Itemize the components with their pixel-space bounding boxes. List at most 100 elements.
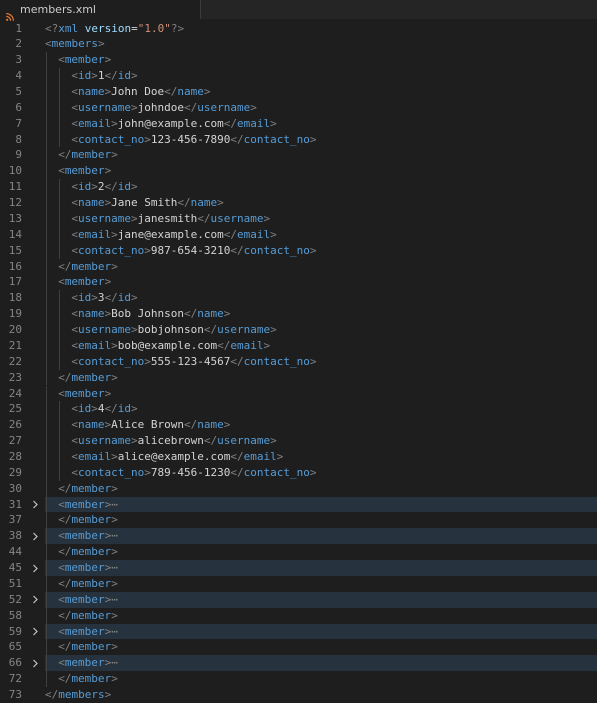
code-line[interactable]: 21 <email>bob@example.com</email>	[0, 337, 597, 354]
code-line[interactable]: 66 <member>⋯	[0, 655, 597, 672]
code-content: <member>⋯	[45, 496, 597, 513]
tag-name: member	[64, 592, 105, 606]
code-line[interactable]: 15 <contact_no>987-654-3210</contact_no>	[0, 242, 597, 259]
code-line[interactable]: 13 <username>janesmith</username>	[0, 210, 597, 227]
code-line[interactable]: 59 <member>⋯	[0, 623, 597, 640]
tag-bracket: >	[111, 148, 118, 162]
tag-name: member	[71, 513, 112, 527]
indent-guide	[45, 322, 47, 338]
code-line[interactable]: 27 <username>alicebrown</username>	[0, 433, 597, 449]
code-line[interactable]: 23 </member>	[0, 369, 597, 386]
indent-guide	[45, 131, 47, 148]
element-value: 789-456-1230	[150, 465, 231, 479]
indent-guide	[58, 337, 60, 354]
code-line[interactable]: 8 <contact_no>123-456-7890</contact_no>	[0, 131, 597, 148]
code-text: </member>	[58, 544, 118, 560]
code-line[interactable]: 45 <member>⋯	[0, 560, 597, 576]
code-line[interactable]: 51 </member>	[0, 575, 597, 592]
code-line[interactable]: 38 <member>⋯	[0, 528, 597, 545]
code-text: </member>	[58, 481, 118, 497]
code-line[interactable]: 31 <member>⋯	[0, 496, 597, 513]
tag-name: email	[236, 227, 271, 241]
code-line[interactable]: 12 <name>Jane Smith</name>	[0, 195, 597, 211]
line-number: 30	[8, 481, 22, 495]
tag-name: username	[217, 434, 271, 448]
code-line[interactable]: 24 <member>	[0, 385, 597, 402]
line-number: 66	[8, 656, 22, 670]
chevron-right-icon[interactable]	[30, 528, 40, 544]
tag-name: email	[78, 449, 112, 463]
code-text: <?xml version="1.0"?>	[45, 21, 184, 37]
line-number: 14	[8, 227, 22, 241]
tag-bracket: >	[111, 338, 118, 352]
code-content: <email>jane@example.com</email>	[45, 226, 597, 243]
code-editor[interactable]: 1 <?xml version="1.0"?> 2 <members> 3 <member…	[0, 19, 597, 702]
code-line[interactable]: 6 <username>johndoe</username>	[0, 99, 597, 116]
code-text: <username>bobjohnson</username>	[71, 322, 276, 338]
indent-guide	[45, 417, 47, 434]
tag-bracket: >	[111, 545, 118, 559]
tag-bracket: </	[58, 148, 72, 162]
code-line[interactable]: 18 <id>3</id>	[0, 290, 597, 307]
code-text: <email>bob@example.com</email>	[71, 338, 270, 354]
code-line[interactable]: 20 <username>bobjohnson</username>	[0, 322, 597, 338]
tag-bracket: <	[58, 386, 65, 400]
chevron-right-icon[interactable]	[30, 560, 40, 576]
code-line[interactable]: 2 <members>	[0, 36, 597, 52]
tab-divider	[200, 0, 201, 19]
code-content: <member>	[45, 385, 597, 402]
code-line[interactable]: 30 </member>	[0, 480, 597, 497]
code-line[interactable]: 37 </member>	[0, 512, 597, 529]
chevron-right-icon[interactable]	[30, 655, 40, 671]
indent-guide	[58, 417, 60, 434]
code-line[interactable]: 65 </member>	[0, 639, 597, 656]
code-line[interactable]: 26 <name>Alice Brown</name>	[0, 417, 597, 434]
code-text: <contact_no>555-123-4567</contact_no>	[71, 354, 316, 370]
code-line[interactable]: 28 <email>alice@example.com</email>	[0, 448, 597, 465]
code-text: <member>	[58, 163, 111, 179]
code-line[interactable]: 9 </member>	[0, 147, 597, 164]
code-text: <contact_no>123-456-7890</contact_no>	[71, 132, 316, 148]
code-line[interactable]: 3 <member>	[0, 52, 597, 69]
code-line[interactable]: 10 <member>	[0, 163, 597, 180]
tag-name: member	[71, 259, 112, 273]
tag-bracket: >	[270, 227, 277, 241]
tag-bracket: >	[91, 180, 98, 194]
code-line[interactable]: 44 </member>	[0, 544, 597, 561]
code-line[interactable]: 14 <email>jane@example.com</email>	[0, 226, 597, 243]
code-line[interactable]: 58 </member>	[0, 607, 597, 624]
code-line[interactable]: 52 <member>⋯	[0, 591, 597, 608]
code-line[interactable]: 25 <id>4</id>	[0, 401, 597, 418]
tag-bracket: >	[263, 338, 271, 352]
fold-ellipsis: ⋯	[111, 624, 118, 638]
tag-bracket: >	[104, 53, 112, 67]
tag-bracket: </	[104, 291, 118, 305]
code-line[interactable]: 5 <name>John Doe</name>	[0, 83, 597, 100]
chevron-right-icon[interactable]	[30, 592, 40, 608]
tab-members-xml[interactable]: members.xml	[0, 0, 200, 21]
code-line[interactable]: 17 <member>	[0, 274, 597, 291]
code-line[interactable]: 22 <contact_no>555-123-4567</contact_no>	[0, 353, 597, 370]
code-line[interactable]: 19 <name>Bob Johnson</name>	[0, 306, 597, 323]
line-number: 29	[8, 465, 22, 479]
code-line[interactable]: 29 <contact_no>789-456-1230</contact_no>	[0, 464, 597, 481]
tag-bracket: >	[263, 211, 271, 225]
code-line[interactable]: 72 </member>	[0, 671, 597, 688]
element-value: 4	[97, 402, 105, 416]
tag-name: email	[78, 338, 112, 352]
tag-bracket: >	[144, 132, 151, 146]
code-line[interactable]: 16 </member>	[0, 258, 597, 275]
code-line[interactable]: 7 <email>john@example.com</email>	[0, 115, 597, 132]
code-line[interactable]: 11 <id>2</id>	[0, 179, 597, 196]
code-line[interactable]: 73 </members>	[0, 687, 597, 703]
code-line[interactable]: 1 <?xml version="1.0"?>	[0, 21, 597, 37]
indent-guide	[45, 274, 47, 291]
tag-bracket: </	[58, 481, 72, 495]
xml-attr-value: "1.0"	[137, 21, 171, 35]
indent-guide	[58, 68, 60, 84]
indent-guide	[45, 464, 47, 481]
code-line[interactable]: 4 <id>1</id>	[0, 68, 597, 84]
indent-guide	[45, 99, 47, 116]
chevron-right-icon[interactable]	[30, 497, 40, 513]
chevron-right-icon[interactable]	[30, 624, 40, 640]
